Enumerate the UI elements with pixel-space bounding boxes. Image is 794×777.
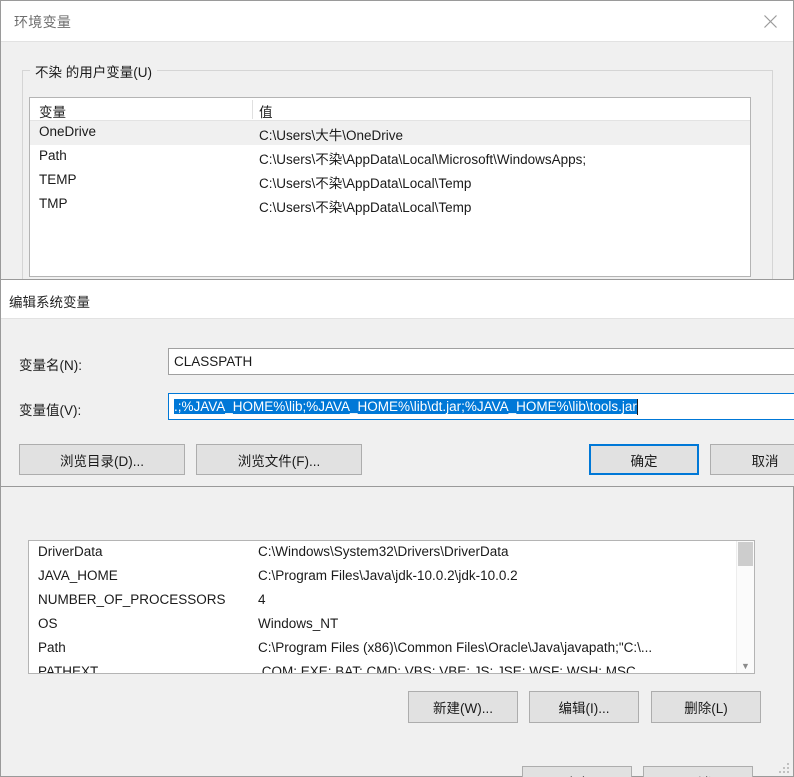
chevron-down-icon[interactable]: ▼ bbox=[737, 661, 754, 671]
variable-name: OneDrive bbox=[39, 124, 97, 139]
column-header-value[interactable]: 值 bbox=[259, 101, 273, 121]
column-header-variable[interactable]: 变量 bbox=[39, 101, 66, 121]
variable-name-input-value: CLASSPATH bbox=[174, 354, 253, 369]
variable-value: 4 bbox=[258, 592, 266, 607]
variable-value: C:\Users\大牛\OneDrive bbox=[259, 128, 404, 143]
table-row[interactable]: Path C:\Users\不染\AppData\Local\Microsoft… bbox=[30, 145, 750, 169]
close-icon[interactable] bbox=[747, 1, 793, 41]
variable-name: TMP bbox=[39, 196, 68, 211]
new-button[interactable]: 新建(W)... bbox=[408, 691, 518, 723]
variable-name-input[interactable]: CLASSPATH bbox=[168, 348, 794, 375]
edit-dialog-cancel-button[interactable]: 取消 bbox=[710, 444, 794, 475]
ok-button[interactable]: 确定 bbox=[522, 766, 632, 777]
edit-dialog-ok-button[interactable]: 确定 bbox=[589, 444, 699, 475]
variable-value: Windows_NT bbox=[258, 616, 339, 631]
system-variables-listview[interactable]: DriverData C:\Windows\System32\Drivers\D… bbox=[28, 540, 755, 674]
variable-value-input[interactable]: .;%JAVA_HOME%\lib;%JAVA_HOME%\lib\dt.jar… bbox=[168, 393, 794, 420]
variable-value-input-value: .;%JAVA_HOME%\lib;%JAVA_HOME%\lib\dt.jar… bbox=[174, 399, 637, 414]
variable-name: Path bbox=[38, 640, 66, 655]
column-divider[interactable] bbox=[252, 100, 253, 119]
screenshot-root: 环境变量 不染 的用户变量(U) 变量 值 OneDrive C:\Users\… bbox=[0, 0, 794, 777]
variable-value: C:\Program Files\Java\jdk-10.0.2\jdk-10.… bbox=[258, 568, 518, 583]
variable-value: C:\Users\不染\AppData\Local\Temp bbox=[259, 176, 472, 191]
variable-name: JAVA_HOME bbox=[38, 568, 118, 583]
user-variables-header: 变量 值 bbox=[30, 98, 750, 121]
user-variables-groupbox: 不染 的用户变量(U) 变量 值 OneDrive C:\Users\大牛\On… bbox=[22, 61, 773, 295]
table-row[interactable]: OneDrive C:\Users\大牛\OneDrive bbox=[30, 121, 750, 145]
table-row[interactable]: NUMBER_OF_PROCESSORS 4 bbox=[29, 589, 754, 613]
user-variables-rows: OneDrive C:\Users\大牛\OneDrive Path C:\Us… bbox=[30, 121, 750, 217]
system-variables-rows: DriverData C:\Windows\System32\Drivers\D… bbox=[29, 541, 754, 674]
variable-name: NUMBER_OF_PROCESSORS bbox=[38, 592, 226, 607]
variable-name: DriverData bbox=[38, 544, 103, 559]
system-variables-scrollbar[interactable]: ▼ bbox=[736, 541, 754, 673]
variable-name: OS bbox=[38, 616, 58, 631]
window-title: 环境变量 bbox=[14, 14, 72, 30]
delete-button[interactable]: 删除(L) bbox=[651, 691, 761, 723]
variable-name: Path bbox=[39, 148, 67, 163]
table-row[interactable]: Path C:\Program Files (x86)\Common Files… bbox=[29, 637, 754, 661]
edit-dialog-title: 编辑系统变量 bbox=[9, 295, 90, 310]
edit-dialog-titlebar: 编辑系统变量 bbox=[1, 280, 794, 319]
variable-value: .COM;.EXE;.BAT;.CMD;.VBS;.VBE;.JS;.JSE;.… bbox=[258, 664, 636, 674]
edit-button[interactable]: 编辑(I)... bbox=[529, 691, 639, 723]
table-row[interactable]: JAVA_HOME C:\Program Files\Java\jdk-10.0… bbox=[29, 565, 754, 589]
resize-grip-icon[interactable] bbox=[778, 761, 790, 773]
table-row[interactable]: TEMP C:\Users\不染\AppData\Local\Temp bbox=[30, 169, 750, 193]
variable-value: C:\Users\不染\AppData\Local\Temp bbox=[259, 200, 472, 215]
user-variables-legend: 不染 的用户变量(U) bbox=[30, 61, 157, 81]
variable-value: C:\Windows\System32\Drivers\DriverData bbox=[258, 544, 509, 559]
variable-value-label: 变量值(V): bbox=[19, 403, 82, 418]
browse-file-button[interactable]: 浏览文件(F)... bbox=[196, 444, 362, 475]
scrollbar-thumb[interactable] bbox=[738, 542, 753, 566]
variable-value: C:\Program Files (x86)\Common Files\Orac… bbox=[258, 640, 653, 655]
cancel-button[interactable]: 取消 bbox=[643, 766, 753, 777]
browse-directory-button[interactable]: 浏览目录(D)... bbox=[19, 444, 185, 475]
variable-name: PATHEXT bbox=[38, 664, 99, 674]
user-variables-listview[interactable]: 变量 值 OneDrive C:\Users\大牛\OneDrive Path … bbox=[29, 97, 751, 277]
variable-name-label: 变量名(N): bbox=[19, 358, 82, 373]
table-row[interactable]: DriverData C:\Windows\System32\Drivers\D… bbox=[29, 541, 754, 565]
table-row[interactable]: OS Windows_NT bbox=[29, 613, 754, 637]
variable-name: TEMP bbox=[39, 172, 77, 187]
table-row[interactable]: TMP C:\Users\不染\AppData\Local\Temp bbox=[30, 193, 750, 217]
variable-value: C:\Users\不染\AppData\Local\Microsoft\Wind… bbox=[259, 152, 587, 167]
table-row[interactable]: PATHEXT .COM;.EXE;.BAT;.CMD;.VBS;.VBE;.J… bbox=[29, 661, 754, 674]
text-caret bbox=[636, 398, 638, 415]
window-titlebar: 环境变量 bbox=[1, 1, 793, 41]
